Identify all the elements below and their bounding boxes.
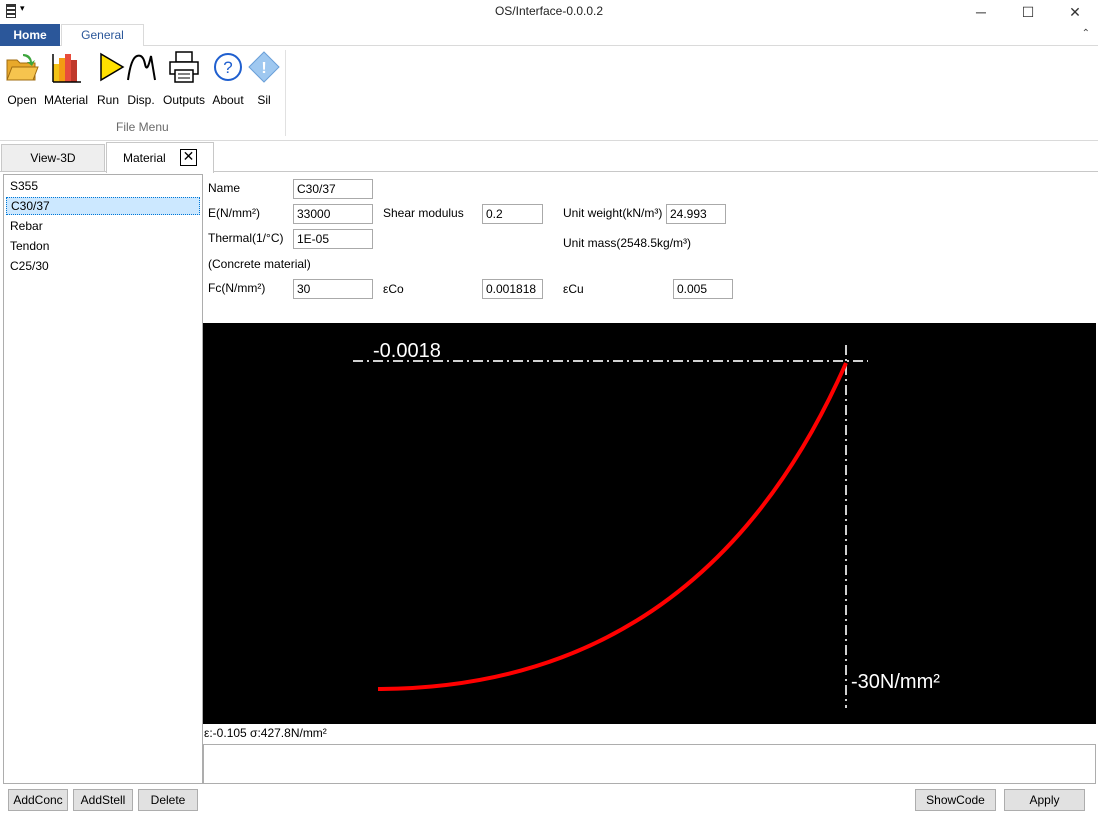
main-window: ▾ OS/Interface-0.0.0.2 ─ ☐ ✕ Home Genera…: [0, 0, 1098, 817]
file-menu-group-label: File Menu: [116, 120, 169, 134]
unit-weight-field[interactable]: 24.993: [666, 204, 726, 224]
window-title: OS/Interface-0.0.0.2: [494, 4, 604, 18]
outputs-button[interactable]: Outputs: [161, 50, 207, 107]
disp-label: Disp.: [127, 93, 155, 107]
ribbon-collapse-button[interactable]: ⌃: [1082, 28, 1090, 39]
maximize-button[interactable]: ☐: [1005, 0, 1051, 24]
disp-button[interactable]: Disp.: [125, 50, 157, 107]
list-item[interactable]: C25/30: [6, 258, 200, 276]
graph-canvas: -0.0018 -30N/mm²: [353, 340, 940, 708]
material-list[interactable]: S355 C30/37 Rebar Tendon C25/30: [3, 174, 203, 784]
thermal-label: Thermal(1/°C): [208, 231, 284, 245]
material-button[interactable]: MAterial: [42, 50, 90, 107]
tab-view-3d[interactable]: View-3D: [1, 144, 105, 172]
about-label: About: [212, 93, 244, 107]
fc-field[interactable]: 30: [293, 279, 373, 299]
list-item[interactable]: Tendon: [6, 238, 200, 256]
tab-material[interactable]: Material ✕: [106, 142, 214, 173]
about-button[interactable]: ? About: [210, 50, 246, 107]
sil-button[interactable]: ! Sil: [247, 50, 281, 107]
svg-text:?: ?: [223, 58, 232, 77]
displacement-icon: [127, 54, 156, 81]
ecu-label: εCu: [563, 282, 584, 296]
unit-weight-label: Unit weight(kN/m³): [563, 206, 663, 220]
eco-field[interactable]: 0.001818: [482, 279, 543, 299]
tab-home[interactable]: Home: [0, 24, 60, 46]
sil-label: Sil: [257, 93, 271, 107]
name-field[interactable]: C30/37: [293, 179, 373, 199]
close-tab-icon[interactable]: ✕: [180, 149, 197, 166]
material-label: MAterial: [43, 93, 88, 107]
shear-modulus-label: Shear modulus: [383, 206, 464, 220]
code-output-box[interactable]: [203, 744, 1096, 784]
list-item[interactable]: Rebar: [6, 218, 200, 236]
ecu-field[interactable]: 0.005: [673, 279, 733, 299]
strain-value-label: -0.0018: [373, 340, 441, 362]
cursor-status: ε:-0.105 σ:427.8N/mm²: [204, 726, 327, 740]
ribbon-group-separator: [285, 50, 286, 136]
shear-modulus-field[interactable]: 0.2: [482, 204, 543, 224]
open-button[interactable]: Open: [4, 50, 40, 107]
apply-button[interactable]: Apply: [1004, 789, 1085, 811]
stress-strain-curve: [377, 362, 848, 691]
concrete-material-label: (Concrete material): [208, 257, 311, 271]
unit-mass-label: Unit mass(2548.5kg/m³): [563, 236, 692, 250]
tab-material-label: Material: [123, 151, 166, 165]
list-item[interactable]: S355: [6, 178, 200, 196]
title-bar: ▾ OS/Interface-0.0.0.2 ─ ☐ ✕: [0, 0, 1098, 24]
show-code-button[interactable]: ShowCode: [915, 789, 996, 811]
info-diamond-icon: !: [248, 51, 280, 83]
help-icon: ?: [214, 53, 242, 81]
stress-strain-graph[interactable]: -0.0018 -30N/mm²: [203, 323, 1096, 724]
add-stell-button[interactable]: AddStell: [73, 789, 133, 811]
document-tab-bar: View-3D Material ✕: [0, 142, 1098, 173]
thermal-field[interactable]: 1E-05: [293, 229, 373, 249]
tab-general[interactable]: General: [61, 24, 144, 47]
stress-value-label: -30N/mm²: [851, 671, 940, 693]
add-conc-button[interactable]: AddConc: [8, 789, 68, 811]
ribbon-tab-bar: Home General ⌃: [0, 24, 1098, 47]
outputs-label: Outputs: [162, 93, 206, 107]
e-modulus-field[interactable]: 33000: [293, 204, 373, 224]
delete-button[interactable]: Delete: [138, 789, 198, 811]
list-item-selected[interactable]: C30/37: [6, 197, 200, 215]
run-label: Run: [96, 93, 119, 107]
printer-icon: [169, 51, 199, 83]
e-modulus-label: E(N/mm²): [208, 206, 260, 220]
run-button[interactable]: Run: [95, 50, 125, 107]
play-icon: [100, 52, 125, 82]
ribbon-panel: Open MAterial Run Disp. Outputs ? About …: [0, 46, 1098, 141]
eco-label: εCo: [383, 282, 404, 296]
svg-text:!: !: [261, 60, 266, 77]
material-chart-icon: [52, 54, 81, 83]
close-button[interactable]: ✕: [1052, 0, 1098, 24]
minimize-button[interactable]: ─: [958, 0, 1004, 24]
folder-open-icon: [6, 54, 39, 81]
open-label: Open: [7, 93, 37, 107]
name-label: Name: [208, 181, 241, 195]
fc-label: Fc(N/mm²): [208, 281, 266, 295]
